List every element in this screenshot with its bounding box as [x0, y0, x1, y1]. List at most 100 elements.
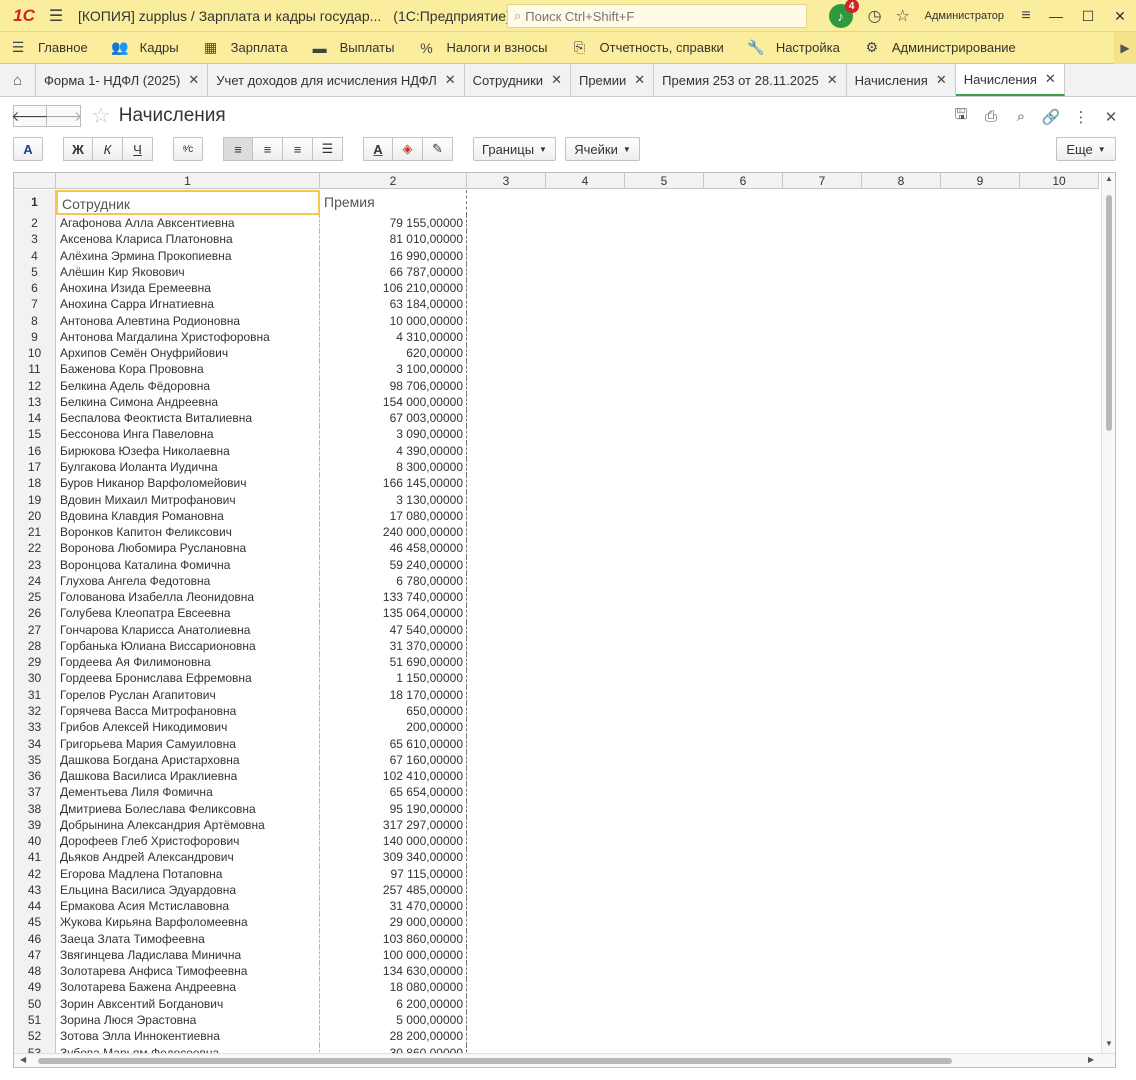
- cell-bonus-amount[interactable]: 47 540,00000: [320, 621, 467, 638]
- cell-employee-name[interactable]: Зорин Авксентий Богданович: [56, 995, 320, 1013]
- cell-bonus-amount[interactable]: 133 740,00000: [320, 589, 467, 606]
- cell-bonus-amount[interactable]: 18 170,00000: [320, 686, 467, 703]
- cell-employee-name[interactable]: Вдовин Михаил Митрофанович: [56, 491, 320, 508]
- cell-bonus-amount[interactable]: 102 410,00000: [320, 768, 467, 785]
- cell-employee-name[interactable]: Архипов Семён Онуфрийович: [56, 345, 320, 362]
- row-number[interactable]: 50: [14, 995, 56, 1013]
- cell-bonus-amount[interactable]: 67 003,00000: [320, 410, 467, 427]
- cell-employee-name[interactable]: Антонова Магдалина Христофоровна: [56, 328, 320, 346]
- cell-employee-name[interactable]: Звягинцева Ладислава Минична: [56, 946, 320, 964]
- row-number[interactable]: 22: [14, 540, 56, 557]
- row-number[interactable]: 38: [14, 800, 56, 817]
- row-number[interactable]: 48: [14, 963, 56, 980]
- cell-bonus-amount[interactable]: 317 297,00000: [320, 816, 467, 834]
- row-number[interactable]: 41: [14, 849, 56, 866]
- cell-employee-name[interactable]: Дементьева Лиля Фомична: [56, 784, 320, 801]
- row-number[interactable]: 17: [14, 458, 56, 476]
- row-number[interactable]: 21: [14, 524, 56, 541]
- cell-bonus-amount[interactable]: 18 080,00000: [320, 979, 467, 996]
- spreadsheet[interactable]: 1 2 3 4 5 6 7 8 9 10 1 Сотрудник Премия …: [13, 172, 1116, 1068]
- row-number[interactable]: 28: [14, 637, 56, 655]
- column-header[interactable]: 5: [625, 173, 704, 189]
- row-number[interactable]: 8: [14, 312, 56, 329]
- row-number[interactable]: 2: [14, 215, 56, 232]
- cell-employee-name[interactable]: Дмитриева Болеслава Феликсовна: [56, 800, 320, 817]
- menu-admin[interactable]: ⚙ Администрирование: [854, 32, 1030, 64]
- cell-bonus-amount[interactable]: 31 470,00000: [320, 898, 467, 915]
- cell-bonus-amount[interactable]: 79 155,00000: [320, 215, 467, 232]
- cell-bonus-amount[interactable]: 10 000,00000: [320, 312, 467, 329]
- row-number[interactable]: 26: [14, 605, 56, 622]
- cell-employee-name[interactable]: Григорьева Мария Самуиловна: [56, 735, 320, 752]
- cell-employee-name[interactable]: Дорофеев Глеб Христофорович: [56, 833, 320, 850]
- scroll-up-icon[interactable]: ▲: [1102, 174, 1115, 183]
- column-header[interactable]: 10: [1020, 173, 1099, 189]
- cell-employee-name[interactable]: Алёшин Кир Яковович: [56, 263, 320, 281]
- cell-bonus-amount[interactable]: 16 990,00000: [320, 247, 467, 264]
- cell-employee-name[interactable]: Бирюкова Юзефа Николаевна: [56, 442, 320, 459]
- row-number[interactable]: 35: [14, 751, 56, 769]
- column-header[interactable]: 7: [783, 173, 862, 189]
- row-number[interactable]: 31: [14, 686, 56, 703]
- current-user[interactable]: Администратор: [925, 10, 1004, 22]
- align-center-button[interactable]: ≡: [253, 137, 283, 161]
- align-justify-button[interactable]: ☰: [313, 137, 343, 161]
- vertical-scrollbar[interactable]: ▲ ▼: [1101, 173, 1115, 1053]
- cell-employee-name[interactable]: Зотова Элла Иннокентиевна: [56, 1028, 320, 1045]
- row-number[interactable]: 25: [14, 589, 56, 606]
- cell-bonus-amount[interactable]: 28 200,00000: [320, 1028, 467, 1045]
- link-icon[interactable]: 🔗: [1036, 108, 1066, 126]
- cell-employee-name[interactable]: Аксенова Клариса Платоновна: [56, 231, 320, 248]
- close-tab-icon[interactable]: ✕: [445, 72, 456, 88]
- close-tab-icon[interactable]: ✕: [1045, 71, 1056, 87]
- tab-form-ndfl[interactable]: Форма 1- НДФЛ (2025) ✕: [36, 64, 209, 96]
- cell-employee-name[interactable]: Воронова Любомира Руслановна: [56, 540, 320, 557]
- cell-bonus-amount[interactable]: 240 000,00000: [320, 524, 467, 541]
- cell-bonus-amount[interactable]: 46 458,00000: [320, 540, 467, 557]
- tab-bonuses[interactable]: Премии ✕: [570, 64, 655, 96]
- cell-bonus-amount[interactable]: 3 100,00000: [320, 361, 467, 378]
- forward-button[interactable]: 🡒: [45, 105, 82, 127]
- cell-employee-name[interactable]: Анохина Изида Еремеевна: [56, 280, 320, 297]
- cell-bonus-amount[interactable]: 66 787,00000: [320, 263, 467, 281]
- align-right-button[interactable]: ≡: [283, 137, 313, 161]
- highlight-button[interactable]: ✎: [423, 137, 453, 161]
- cell-employee-name[interactable]: Белкина Симона Андреевна: [56, 393, 320, 411]
- cell-employee-name[interactable]: Голованова Изабелла Леонидовна: [56, 589, 320, 606]
- notifications-button[interactable]: ♪ 4: [828, 0, 859, 28]
- cell-employee-name[interactable]: Булгакова Иоланта Иудична: [56, 458, 320, 476]
- cell-employee-name[interactable]: Воронков Капитон Феликсович: [56, 524, 320, 541]
- cell-bonus-amount[interactable]: 309 340,00000: [320, 849, 467, 866]
- cell-employee-name[interactable]: Горбанька Юлиана Виссарионовна: [56, 637, 320, 655]
- cell-bonus-amount[interactable]: 6 780,00000: [320, 572, 467, 590]
- cell-bonus-amount[interactable]: 98 706,00000: [320, 377, 467, 394]
- cell-employee-name[interactable]: Воронцова Каталина Фомична: [56, 556, 320, 573]
- header-cell-bonus[interactable]: Премия: [320, 190, 467, 215]
- row-number[interactable]: 49: [14, 979, 56, 996]
- cell-bonus-amount[interactable]: 1 150,00000: [320, 670, 467, 687]
- cell-bonus-amount[interactable]: 59 240,00000: [320, 556, 467, 573]
- scroll-left-icon[interactable]: ◀: [20, 1055, 26, 1064]
- cell-employee-name[interactable]: Золотарева Анфиса Тимофеевна: [56, 963, 320, 980]
- row-number[interactable]: 37: [14, 784, 56, 801]
- row-number[interactable]: 47: [14, 946, 56, 964]
- row-number[interactable]: 9: [14, 328, 56, 346]
- save-icon[interactable]: 🖫: [946, 104, 976, 129]
- cell-bonus-amount[interactable]: 620,00000: [320, 345, 467, 362]
- column-header[interactable]: 8: [862, 173, 941, 189]
- menu-salary[interactable]: ▦ Зарплата: [193, 32, 302, 64]
- header-cell-employee[interactable]: Сотрудник: [56, 190, 320, 215]
- column-header[interactable]: 2: [320, 173, 467, 189]
- minimize-button[interactable]: —: [1040, 0, 1072, 32]
- cell-bonus-amount[interactable]: 6 200,00000: [320, 995, 467, 1013]
- search-input[interactable]: [525, 8, 786, 24]
- bold-button[interactable]: Ж: [63, 137, 93, 161]
- borders-dropdown[interactable]: Границы ▼: [473, 137, 556, 161]
- app-logo[interactable]: 1С: [6, 0, 42, 32]
- cell-employee-name[interactable]: Дашкова Василиса Ираклиевна: [56, 768, 320, 785]
- row-number[interactable]: 16: [14, 442, 56, 459]
- row-number[interactable]: 51: [14, 1012, 56, 1029]
- row-number[interactable]: 36: [14, 768, 56, 785]
- row-number[interactable]: 3: [14, 231, 56, 248]
- cell-bonus-amount[interactable]: 100 000,00000: [320, 946, 467, 964]
